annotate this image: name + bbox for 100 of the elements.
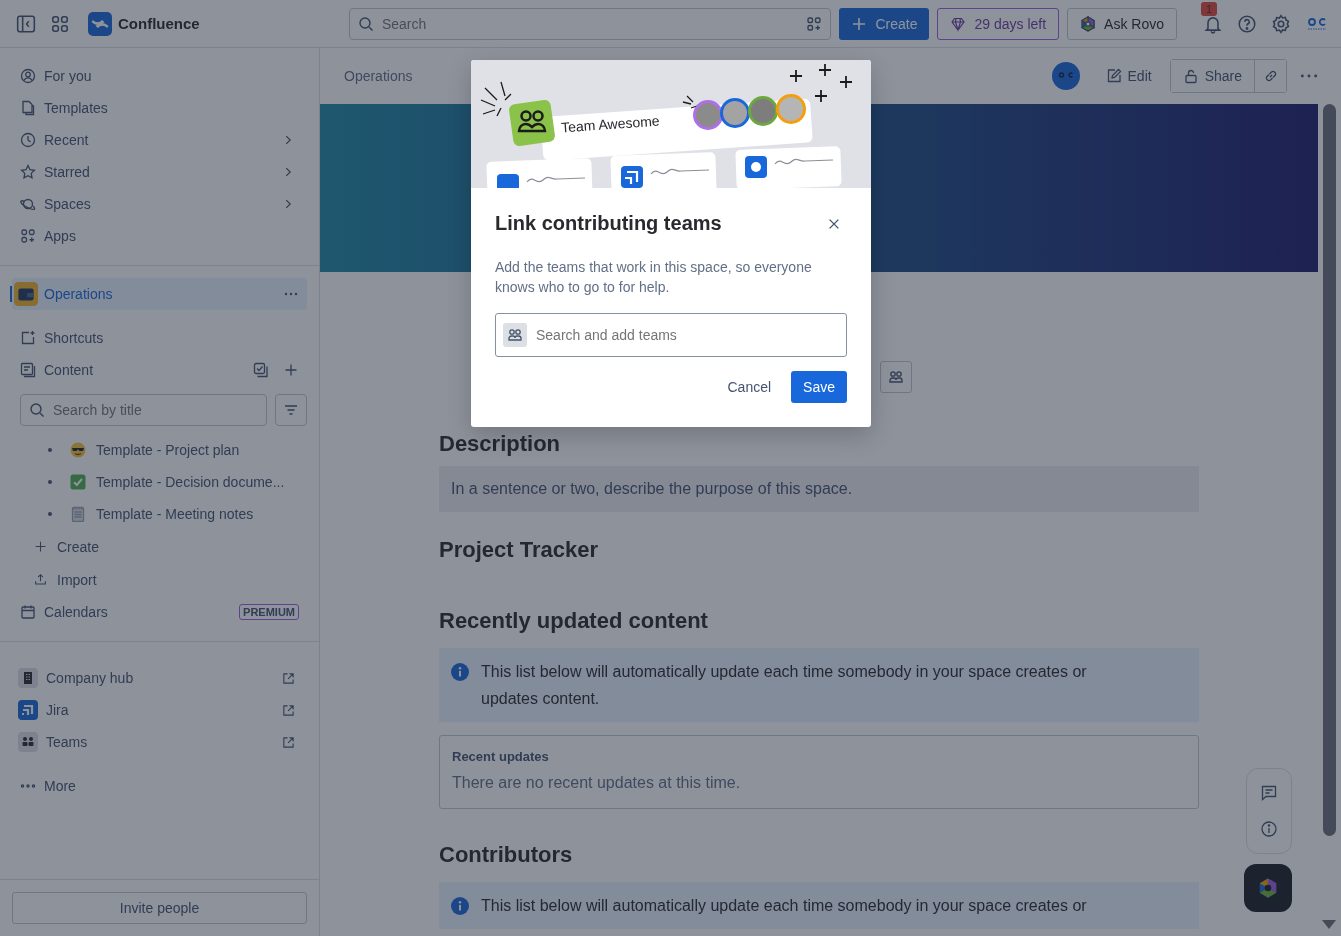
sidebar-action[interactable]: Create (12, 530, 307, 563)
bullet-icon (48, 480, 52, 484)
sunglasses-face-icon (70, 442, 86, 458)
page-title: Template - Project plan (96, 442, 240, 458)
gem-icon (950, 15, 967, 32)
sidebar-action[interactable]: Import (12, 563, 307, 596)
panel-title: Recent updates (452, 749, 550, 764)
cancel-button[interactable]: Cancel (715, 371, 784, 403)
sidebar-item-label: For you (44, 68, 93, 84)
search-icon (357, 15, 374, 32)
upload-icon (34, 573, 47, 586)
apps-icon[interactable] (806, 15, 823, 32)
save-button[interactable]: Save (791, 371, 847, 403)
sidebar-item[interactable]: Starred (12, 156, 307, 188)
info-text: This list below will automatically update each time somebody in your space creates or (481, 896, 1088, 916)
section-heading: Project Tracker (439, 536, 599, 564)
plus-icon (34, 540, 47, 553)
info-icon[interactable] (1260, 820, 1278, 838)
placeholder-text: In a sentence or two, describe the purpose of this space. (439, 466, 1199, 512)
sidebar-item-label: Calendars (44, 604, 109, 620)
info-icon (451, 897, 469, 915)
app-link-label: Jira (46, 702, 70, 718)
app-name[interactable]: Confluence (118, 15, 200, 32)
star-icon (20, 164, 36, 180)
jira-logo-icon (18, 700, 38, 720)
section-heading: Recently updated content (439, 607, 709, 635)
search-field[interactable]: Search (348, 7, 832, 40)
checklist-icon[interactable] (253, 362, 269, 378)
invite-people-button[interactable]: Invite people (12, 892, 307, 924)
rovo-button[interactable] (1244, 864, 1292, 912)
sidebar-item[interactable]: Calendars PREMIUM (12, 596, 307, 628)
breadcrumb[interactable]: Operations (344, 68, 413, 84)
sidebar-item[interactable]: Recent (12, 124, 307, 156)
search-field[interactable]: Search by title (20, 394, 267, 426)
create-button[interactable]: Create (839, 7, 930, 40)
plus-icon (851, 15, 868, 32)
sidebar-item[interactable]: Shortcuts (12, 322, 307, 354)
notepad-icon (70, 506, 86, 522)
info-icon (451, 663, 469, 681)
sidebar-item[interactable]: Templates (12, 92, 307, 124)
sidebar-item[interactable]: Content (12, 354, 307, 386)
add-teams-button[interactable] (880, 361, 912, 393)
app-link[interactable]: Company hub (12, 662, 307, 694)
search-icon (29, 402, 45, 418)
page-title: Template - Decision docume... (96, 474, 285, 490)
sidebar-item-label: Content (44, 362, 95, 378)
building-icon (18, 668, 38, 688)
app-switcher-icon[interactable] (50, 13, 70, 34)
plus-icon[interactable] (283, 362, 299, 378)
space-item[interactable]: Operations (12, 278, 307, 310)
share-button[interactable]: Share (1170, 60, 1255, 92)
notification-badge: 1 (1201, 1, 1218, 16)
content-icon (20, 362, 36, 378)
app-link[interactable]: Teams (12, 726, 307, 758)
dialog-title: Link contributing teams (495, 212, 722, 235)
page-tree-item[interactable]: Template - Decision docume... (12, 466, 307, 498)
person-icon (20, 68, 36, 84)
sidebar-toggle-icon[interactable] (16, 13, 36, 34)
app-link[interactable]: Jira (12, 694, 307, 726)
sidebar-item[interactable]: More (12, 770, 307, 802)
page-tree-item[interactable]: Template - Meeting notes (12, 498, 307, 530)
page-title: Template - Meeting notes (96, 506, 254, 522)
sidebar-item-label: Templates (44, 100, 109, 116)
shortcut-icon (20, 330, 36, 346)
avatar[interactable] (1051, 62, 1080, 90)
calendar-icon (20, 604, 36, 620)
settings-icon[interactable] (1271, 13, 1291, 34)
planet-icon (20, 196, 36, 212)
wallet-icon (14, 282, 38, 306)
trial-button[interactable]: 29 days left (937, 7, 1060, 40)
bullet-icon (48, 448, 52, 452)
sidebar-action-label: Create (57, 538, 100, 555)
apps-icon (20, 228, 36, 244)
teams-icon (18, 732, 38, 752)
scroll-down-icon[interactable] (1322, 920, 1336, 930)
ask-rovo-button[interactable]: Ask Rovo (1067, 7, 1177, 40)
bullet-icon (48, 512, 52, 516)
filter-button[interactable] (275, 394, 307, 426)
people-icon (507, 327, 523, 343)
sidebar-item[interactable]: Spaces (12, 188, 307, 220)
sidebar-item-label: More (44, 778, 77, 794)
edit-button[interactable]: Edit (1099, 60, 1158, 92)
edit-icon (1105, 68, 1122, 84)
sidebar-item-label: Recent (44, 132, 90, 148)
external-link-icon (282, 671, 295, 685)
confluence-logo-icon[interactable] (88, 11, 112, 36)
selection-indicator (10, 286, 12, 302)
help-icon[interactable] (1237, 13, 1257, 34)
sidebar-item-label: Starred (44, 164, 91, 180)
empty-message: There are no recent updates at this time. (452, 774, 742, 792)
section-heading: Description (439, 430, 562, 458)
comment-icon[interactable] (1260, 784, 1278, 802)
app-link-label: Company hub (46, 670, 135, 686)
sidebar-item[interactable]: Apps (12, 220, 307, 252)
team-name: Team Awesome (560, 112, 660, 136)
sidebar-action-label: Import (57, 571, 97, 588)
sidebar-item[interactable]: For you (12, 60, 307, 92)
team-search-field[interactable]: Search and add teams (495, 313, 847, 357)
filter-icon (283, 402, 299, 418)
page-tree-item[interactable]: Template - Project plan (12, 434, 307, 466)
